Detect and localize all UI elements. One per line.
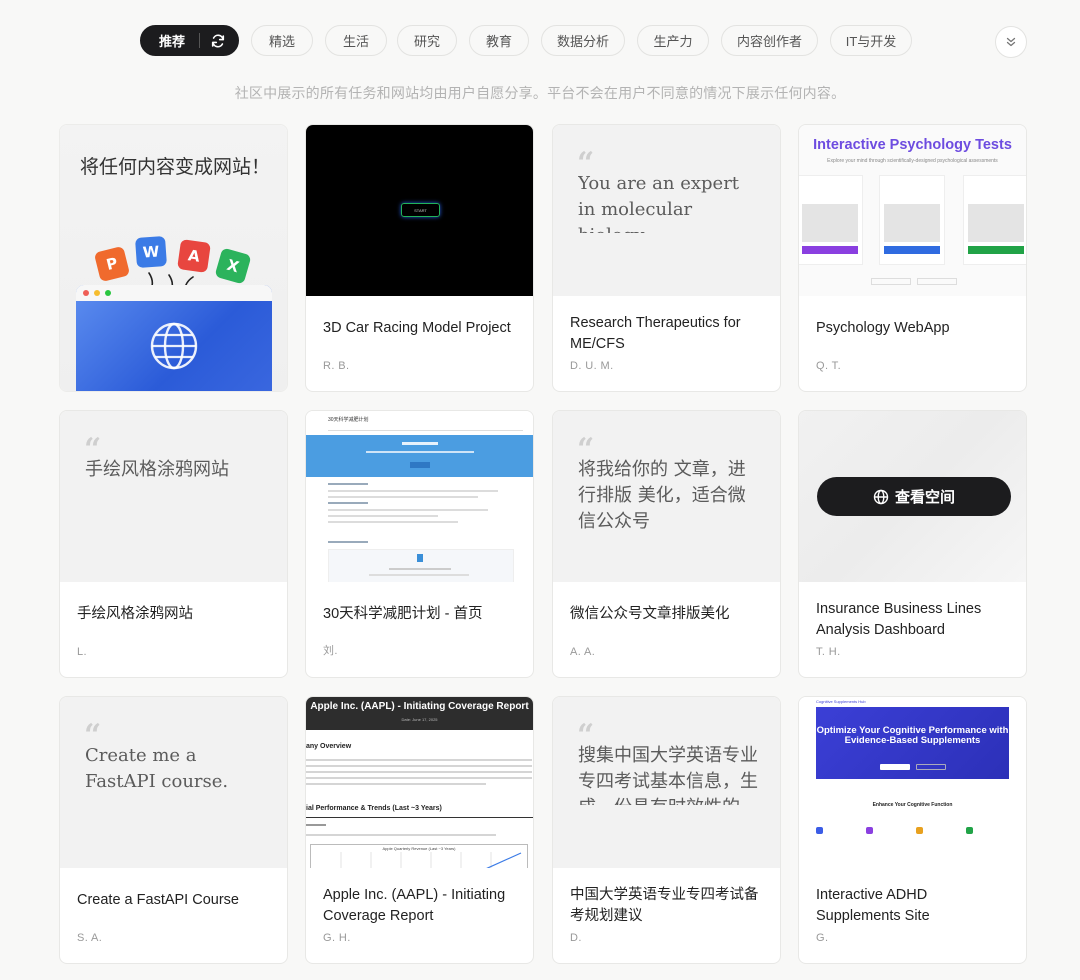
thumbnail: “ Create me a FastAPI course. (60, 697, 287, 868)
expand-filters-button[interactable] (995, 26, 1027, 58)
chip-it-dev[interactable]: IT与开发 (830, 25, 912, 56)
card-author: G. H. (323, 932, 351, 944)
globe-icon (150, 322, 198, 370)
thumb-section-title: Enhance Your Cognitive Function (872, 802, 953, 808)
card-title: Research Therapeutics for ME/CFS (570, 315, 741, 352)
card-3d-car-racing[interactable]: START 3D Car Racing Model Project R. B. (305, 124, 534, 392)
thumbnail: 30天科学减肥计划 (306, 411, 533, 582)
prompt-preview: 手绘风格涂鸦网站 (85, 459, 229, 480)
pdf-icon: A (177, 239, 211, 273)
card-title: Psychology WebApp (816, 320, 950, 336)
card-title: 微信公众号文章排版美化 (570, 606, 730, 622)
browser-window-illustration (76, 285, 272, 391)
card-author: G. (816, 932, 829, 944)
card-turn-anything-into-website[interactable]: 将任何内容变成网站！ P W A X (59, 124, 288, 392)
card-author: S. A. (77, 932, 103, 944)
thumbnail: “ 搜集中国大学英语专业专四考试基本信息，生成一份具有时效性的 (553, 697, 780, 868)
card-title: 30天科学减肥计划 - 首页 (323, 606, 483, 622)
thumbnail: START (306, 125, 533, 296)
card-title: Interactive ADHD Supplements Site (816, 887, 930, 924)
card-author: A. A. (570, 646, 596, 658)
powerpoint-icon: P (93, 245, 131, 283)
card-fastapi-course[interactable]: “ Create me a FastAPI course. Create a F… (59, 696, 288, 964)
card-apple-coverage-report[interactable]: Apple Inc. (AAPL) - Initiating Coverage … (305, 696, 534, 964)
card-title: Apple Inc. (AAPL) - Initiating Coverage … (323, 887, 506, 924)
globe-icon (873, 489, 889, 504)
view-space-button[interactable]: 查看空间 (817, 477, 1011, 516)
thumbnail: Cognitive Supplements Hub Optimize Your … (799, 697, 1026, 868)
card-title: Create a FastAPI Course (77, 892, 239, 908)
chip-productivity[interactable]: 生产力 (637, 25, 709, 56)
thumb-title: Interactive Psychology Tests (813, 137, 1012, 153)
card-author: D. (570, 932, 582, 944)
thumb-heading-2: ial Performance & Trends (Last ~3 Years) (306, 805, 442, 812)
chip-featured[interactable]: 精选 (251, 25, 313, 56)
refresh-icon[interactable] (210, 33, 226, 49)
card-author: D. U. M. (570, 360, 614, 372)
card-author: 刘. (323, 645, 338, 657)
card-title: 手绘风格涂鸦网站 (77, 606, 193, 622)
category-filter-bar: 推荐 精选 生活 研究 教育 数据分析 生产力 内容创作者 IT与开发 (0, 25, 1080, 58)
hero-illustration: 将任何内容变成网站！ P W A X (60, 125, 287, 391)
chip-data-analysis[interactable]: 数据分析 (541, 25, 625, 56)
view-space-label: 查看空间 (894, 489, 955, 506)
word-icon: W (134, 235, 168, 269)
thumbnail: “ 手绘风格涂鸦网站 (60, 411, 287, 582)
chevron-double-down-icon (1006, 37, 1016, 47)
thumb-brand: 30天科学减肥计划 (328, 417, 369, 423)
prompt-preview: 将我给你的 文章，进行排版 美化，适合微信公众号 (578, 459, 746, 532)
thumbnail: 查看空间 (799, 411, 1026, 582)
thumb-subtitle: Explore your mind through scientifically… (827, 158, 998, 164)
card-title: 中国大学英语专业专四考试备考规划建议 (570, 887, 759, 924)
card-psychology-webapp[interactable]: Interactive Psychology Tests Explore you… (798, 124, 1027, 392)
card-title: 3D Car Racing Model Project (323, 320, 511, 336)
card-author: R. B. (323, 360, 350, 372)
thumb-title: Apple Inc. (AAPL) - Initiating Coverage … (310, 701, 529, 712)
card-doodle-website[interactable]: “ 手绘风格涂鸦网站 手绘风格涂鸦网站 L. (59, 410, 288, 678)
thumbnail: Apple Inc. (AAPL) - Initiating Coverage … (306, 697, 533, 868)
card-author: T. H. (816, 646, 841, 658)
prompt-preview: 搜集中国大学英语专业专四考试基本信息，生成一份具有时效性的 (578, 745, 758, 805)
chip-content-creator[interactable]: 内容创作者 (721, 25, 818, 56)
card-wechat-article-layout[interactable]: “ 将我给你的 文章，进行排版 美化，适合微信公众号 微信公众号文章排版美化 A… (552, 410, 781, 678)
card-author: Q. T. (816, 360, 842, 372)
thumb-heading: any Overview (306, 743, 352, 750)
card-insurance-dashboard[interactable]: 查看空间 Insurance Business Lines Analysis D… (798, 410, 1027, 678)
thumb-title: Optimize Your Cognitive Performance with… (816, 725, 1009, 746)
chip-recommended-label: 推荐 (159, 34, 186, 49)
thumbnail: Interactive Psychology Tests Explore you… (799, 125, 1026, 296)
card-research-therapeutics[interactable]: “ You are an expert in molecular biology… (552, 124, 781, 392)
chip-research[interactable]: 研究 (397, 25, 457, 56)
excel-icon: X (214, 247, 252, 285)
card-30-day-weight-loss[interactable]: 30天科学减肥计划 30天科学减肥计划 - 首页 刘. (305, 410, 534, 678)
chip-life[interactable]: 生活 (325, 25, 387, 56)
card-adhd-supplements[interactable]: Cognitive Supplements Hub Optimize Your … (798, 696, 1027, 964)
chip-education[interactable]: 教育 (469, 25, 529, 56)
revenue-chart-preview (340, 852, 522, 868)
prompt-preview: You are an expert in molecular biology, … (578, 173, 740, 233)
community-notice: 社区中展示的所有任务和网站均由用户自愿分享。平台不会在用户不同意的情况下展示任何… (234, 85, 846, 101)
card-tem4-exam-plan[interactable]: “ 搜集中国大学英语专业专四考试基本信息，生成一份具有时效性的 中国大学英语专业… (552, 696, 781, 964)
prompt-preview: Create me a FastAPI course. (85, 745, 229, 792)
thumbnail: “ 将我给你的 文章，进行排版 美化，适合微信公众号 (553, 411, 780, 582)
card-author: L. (77, 646, 87, 658)
hero-text: 将任何内容变成网站！ (80, 156, 271, 178)
start-button-preview: START (401, 203, 440, 217)
thumbnail: “ You are an expert in molecular biology… (553, 125, 780, 296)
chip-recommended[interactable]: 推荐 (140, 25, 239, 56)
card-title: Insurance Business Lines Analysis Dashbo… (816, 601, 982, 638)
